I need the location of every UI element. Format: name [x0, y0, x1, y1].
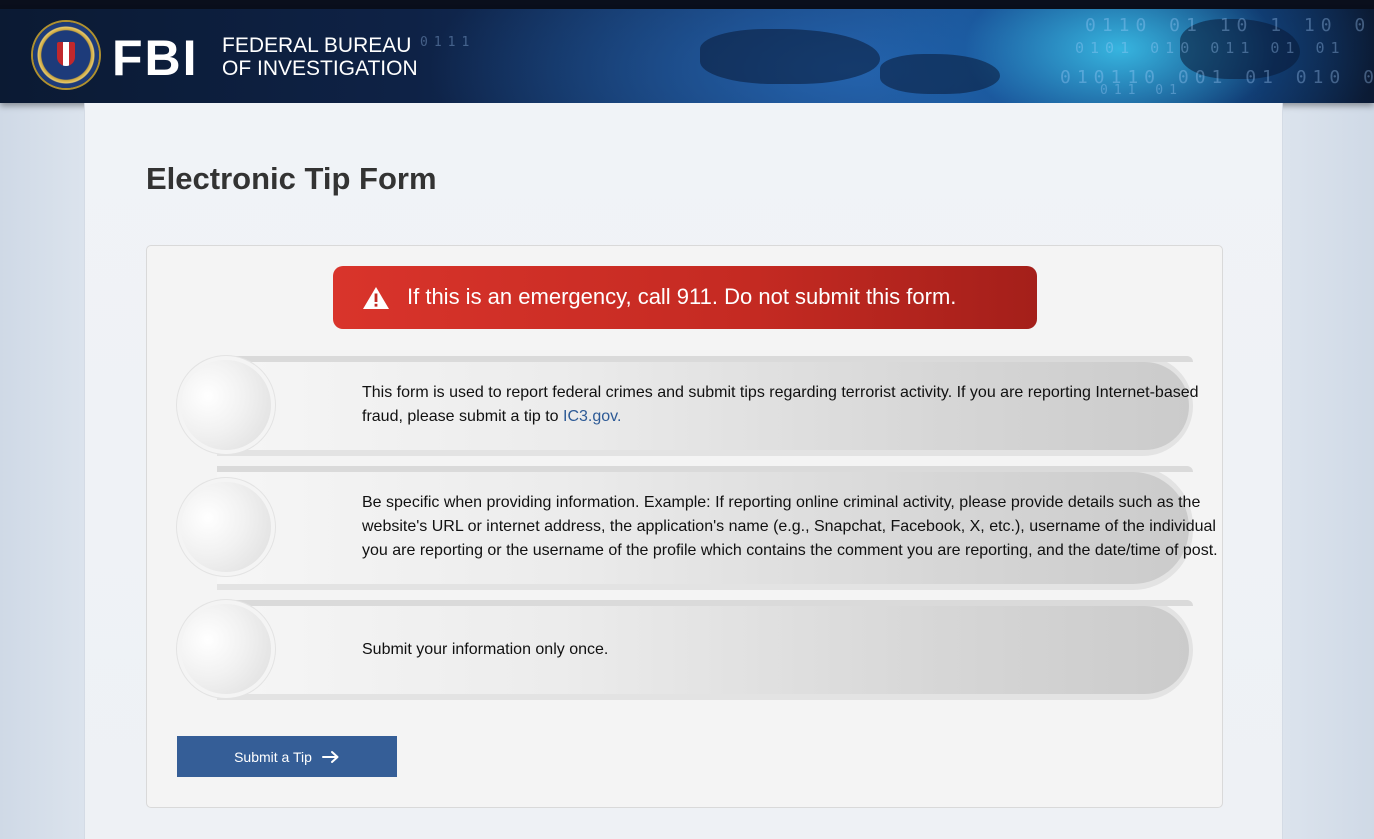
warning-icon — [363, 287, 389, 309]
alert-text: If this is an emergency, call 911. Do no… — [407, 284, 957, 309]
fbi-seal-icon[interactable] — [33, 22, 99, 88]
binary-decoration: 0111 — [420, 35, 476, 50]
page-title: Electronic Tip Form — [146, 161, 437, 196]
agency-name-line2: OF INVESTIGATION — [222, 57, 418, 80]
arrow-right-icon — [321, 750, 339, 763]
info-text-1: This form is used to report federal crim… — [362, 381, 1232, 429]
info-pill-1: This form is used to report federal crim… — [217, 356, 1199, 456]
site-header: 0110 01 10 1 10 0 10 0101 010 011 01 01 … — [0, 9, 1374, 103]
map-landmass — [880, 54, 1000, 94]
info-text-2: Be specific when providing information. … — [362, 494, 1218, 559]
emergency-alert: If this is an emergency, call 911. Do no… — [333, 266, 1037, 329]
agency-name[interactable]: FEDERAL BUREAU OF INVESTIGATION — [222, 34, 418, 80]
info-text-1-body: This form is used to report federal crim… — [362, 384, 1199, 425]
ic3-link[interactable]: IC3.gov. — [563, 408, 621, 425]
submit-tip-label: Submit a Tip — [234, 748, 312, 765]
submit-tip-button[interactable]: Submit a Tip — [177, 736, 397, 777]
info-pill-2: Be specific when providing information. … — [217, 466, 1218, 590]
seal-shield-icon — [57, 42, 75, 66]
main-panel: Electronic Tip Form If this is an emerge… — [84, 103, 1283, 839]
info-disc-3 — [177, 600, 275, 698]
fbi-logo-text[interactable]: FBI — [112, 33, 199, 83]
agency-name-line1: FEDERAL BUREAU — [222, 34, 412, 57]
map-landmass — [700, 29, 880, 84]
info-disc-2 — [177, 478, 275, 576]
binary-decoration: 011 01 — [1100, 83, 1183, 98]
tip-form-card: If this is an emergency, call 911. Do no… — [146, 245, 1223, 808]
info-pill-3: Submit your information only once. — [217, 600, 1193, 700]
binary-decoration: 0110 01 10 1 10 0 10 — [1085, 15, 1374, 36]
top-strip — [0, 0, 1374, 9]
info-text-3: Submit your information only once. — [362, 641, 609, 658]
info-disc-1 — [177, 356, 275, 454]
binary-decoration: 0101 010 011 01 01 — [1075, 39, 1346, 57]
